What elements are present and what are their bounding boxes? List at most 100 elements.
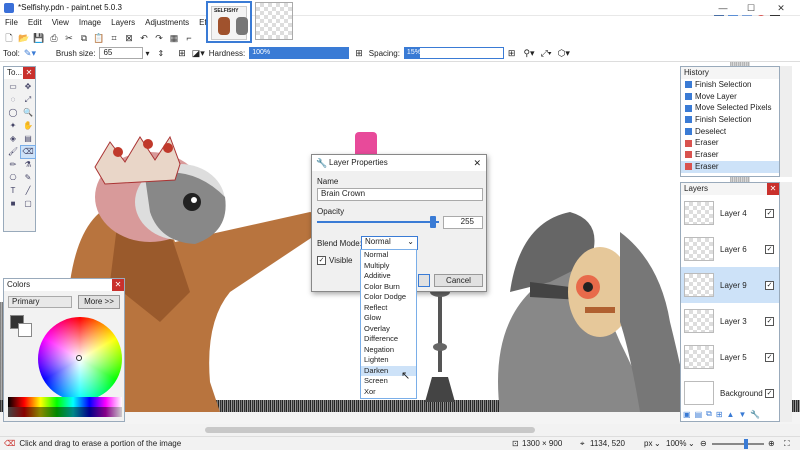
save-icon[interactable]: 💾 [33, 32, 45, 44]
color-palette[interactable] [8, 397, 122, 407]
visible-checkbox-row[interactable]: ✓ Visible [317, 256, 352, 265]
layers-scrollbar[interactable] [780, 182, 792, 422]
blend-option[interactable]: Xor [361, 387, 416, 398]
open-file-icon[interactable]: 📂 [18, 32, 30, 44]
horizontal-scrollbar[interactable] [0, 424, 800, 436]
blend-option[interactable]: Normal [361, 250, 416, 261]
delete-layer-icon[interactable]: ▤ [695, 410, 703, 419]
layer-visible-checkbox[interactable]: ✓ [765, 317, 774, 326]
blend-option[interactable]: Lighten [361, 355, 416, 366]
text-icon[interactable]: T [6, 185, 20, 197]
line-icon[interactable]: ╱ [21, 185, 35, 197]
menu-file[interactable]: File [0, 16, 23, 30]
add-layer-icon[interactable]: ▣ [683, 410, 691, 419]
move-layer-up-icon[interactable]: ▲ [727, 410, 735, 419]
ok-button[interactable] [418, 274, 430, 287]
selection-mode-icon[interactable]: ⤢▾ [541, 48, 552, 59]
menu-edit[interactable]: Edit [23, 16, 47, 30]
crop-icon[interactable]: ⌗ [108, 32, 120, 44]
zoom-slider[interactable] [712, 443, 764, 445]
move-pixels-icon[interactable]: ✥ [21, 81, 35, 93]
cut-icon[interactable]: ✂ [63, 32, 75, 44]
merge-layer-icon[interactable]: ⊞ [716, 410, 723, 419]
menu-layers[interactable]: Layers [106, 16, 140, 30]
fill-mode-icon[interactable]: ⬡▾ [558, 48, 570, 59]
history-item[interactable]: Eraser [681, 137, 779, 149]
brush-size-input[interactable]: 65 [99, 47, 144, 59]
layer-visible-checkbox[interactable]: ✓ [765, 353, 774, 362]
zoom-icon[interactable]: 🔍 [21, 107, 35, 119]
layers-close-button[interactable]: ✕ [767, 183, 779, 195]
units-select[interactable]: px [644, 437, 652, 451]
history-scrollbar[interactable] [780, 66, 792, 177]
copy-icon[interactable]: ⧉ [78, 32, 90, 44]
pencil-icon[interactable]: ✏ [6, 159, 20, 171]
blend-option[interactable]: Glow [361, 313, 416, 324]
layer-row[interactable]: Layer 4 ✓ [681, 195, 779, 231]
layer-visible-checkbox[interactable]: ✓ [765, 281, 774, 290]
eraser-tool-icon[interactable]: ✎▾ [24, 47, 38, 59]
color-palette-row2[interactable] [8, 407, 122, 417]
layer-row[interactable]: Layer 5 ✓ [681, 339, 779, 375]
ellipse-select-icon[interactable]: ◯ [6, 107, 20, 119]
spacing-slider[interactable]: 15% [403, 47, 504, 59]
units-chevron-icon[interactable]: ⌄ [654, 437, 661, 451]
blend-option[interactable]: Negation [361, 345, 416, 356]
new-file-icon[interactable]: 🗋 [3, 32, 15, 44]
spacing-stepper-icon[interactable]: ⊞ [508, 48, 516, 59]
cancel-button[interactable]: Cancel [434, 274, 483, 287]
secondary-color-swatch[interactable] [18, 323, 32, 337]
lasso-icon[interactable]: ◌ [6, 94, 20, 106]
history-item[interactable]: Move Layer [681, 91, 779, 103]
hardness-stepper-icon[interactable]: ⊞ [355, 48, 363, 59]
color-wheel[interactable] [38, 317, 122, 401]
paintbrush-icon[interactable]: 🖌 [6, 146, 20, 158]
history-item[interactable]: Eraser [681, 149, 779, 161]
paint-bucket-icon[interactable]: ◈ [6, 133, 20, 145]
paste-icon[interactable]: 📋 [93, 32, 105, 44]
shapes-icon[interactable]: ■ [6, 198, 20, 210]
blend-option[interactable]: Multiply [361, 261, 416, 272]
zoom-in-icon[interactable]: ⊕ [768, 437, 775, 451]
fit-window-icon[interactable]: ⛶ [784, 437, 790, 451]
zoom-slider-thumb[interactable] [744, 439, 748, 449]
brush-size-dropdown-icon[interactable]: ▾ [145, 49, 155, 58]
color-mode-select[interactable]: Primary [8, 296, 72, 308]
layer-row[interactable]: Layer 6 ✓ [681, 231, 779, 267]
blend-icon[interactable]: ◪▾ [192, 48, 205, 59]
rectangle-select-icon[interactable]: ▭ [6, 81, 20, 93]
maximize-button[interactable]: ☐ [740, 0, 762, 16]
more-colors-button[interactable]: More >> [78, 295, 120, 309]
layer-row[interactable]: Background ✓ [681, 375, 779, 411]
visible-checkbox[interactable]: ✓ [317, 256, 326, 265]
history-item[interactable]: Deselect [681, 126, 779, 138]
layer-visible-checkbox[interactable]: ✓ [765, 389, 774, 398]
recolor-icon[interactable]: ✎ [21, 172, 35, 184]
close-window-button[interactable]: ✕ [770, 0, 792, 16]
move-layer-down-icon[interactable]: ▼ [738, 410, 746, 419]
tools-close-button[interactable]: ✕ [23, 67, 35, 79]
document-tab-selfishy[interactable]: SELFISHY [206, 1, 252, 43]
hardness-slider[interactable]: 100% [249, 47, 350, 59]
menu-adjustments[interactable]: Adjustments [140, 16, 194, 30]
history-item[interactable]: Finish Selection [681, 79, 779, 91]
layer-name-input[interactable]: Brain Crown [317, 188, 483, 201]
menu-view[interactable]: View [47, 16, 74, 30]
pan-icon[interactable]: ✋ [21, 120, 35, 132]
duplicate-layer-icon[interactable]: ⧉ [706, 409, 712, 419]
deselect-icon[interactable]: ⊠ [123, 32, 135, 44]
layer-row[interactable]: Layer 3 ✓ [681, 303, 779, 339]
antialias-icon[interactable]: ⊞ [178, 48, 186, 59]
zoom-out-icon[interactable]: ⊖ [700, 437, 707, 451]
shape-outline-icon[interactable]: ▢ [21, 198, 35, 210]
blend-option[interactable]: Color Dodge [361, 292, 416, 303]
magic-wand-icon[interactable]: ✦ [6, 120, 20, 132]
menu-image[interactable]: Image [74, 16, 106, 30]
opacity-input[interactable]: 255 [443, 216, 483, 229]
color-picker-icon[interactable]: ⚗ [21, 159, 35, 171]
move-selection-icon[interactable]: ⤢ [21, 94, 35, 106]
minimize-button[interactable]: — [712, 0, 734, 16]
history-item[interactable]: Finish Selection [681, 114, 779, 126]
history-item[interactable]: Move Selected Pixels [681, 102, 779, 114]
grid-icon[interactable]: ▦ [168, 32, 180, 44]
